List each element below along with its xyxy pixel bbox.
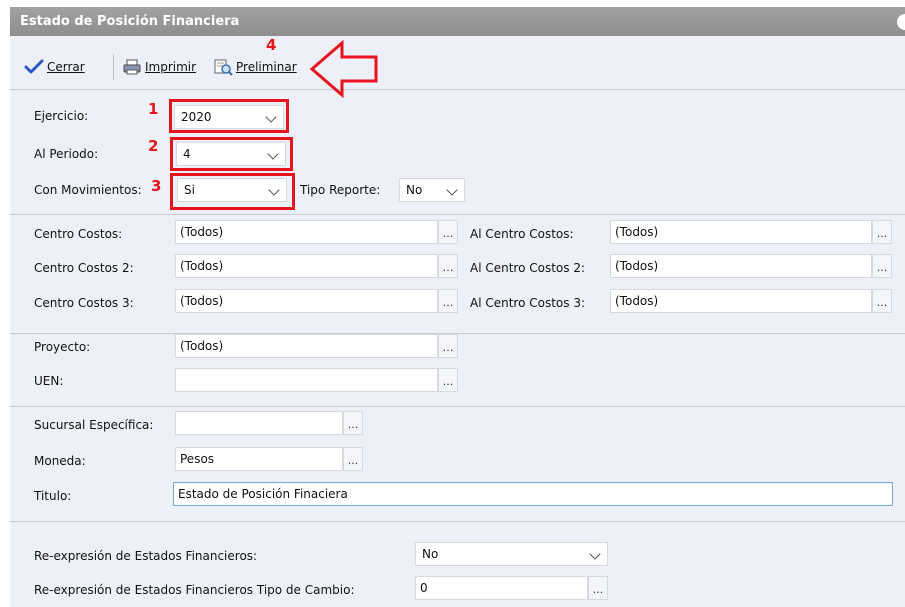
al-centro-costos-browse-button[interactable]: ... bbox=[872, 220, 892, 244]
annotation-arrow bbox=[309, 40, 378, 98]
al-centro-costos-3-label: Al Centro Costos 3: bbox=[470, 296, 586, 310]
reexpresion-select[interactable]: No bbox=[415, 542, 608, 566]
reexpresion-section: Re-expresión de Estados Financieros: No … bbox=[10, 522, 905, 607]
imprimir-label: Imprimir bbox=[145, 60, 197, 74]
al-centro-costos-3-field[interactable]: (Todos) bbox=[610, 289, 872, 313]
toolbar-separator bbox=[113, 54, 114, 80]
proyecto-field[interactable]: (Todos) bbox=[175, 334, 438, 358]
annotation-box-1 bbox=[169, 99, 289, 133]
reexpresion-tc-label: Re-expresión de Estados Financieros Tipo… bbox=[34, 583, 355, 597]
printer-icon bbox=[122, 58, 142, 76]
centro-costos-2-label: Centro Costos 2: bbox=[34, 261, 134, 275]
report-panel: Cerrar Imprimir Preliminar 4 Ejercicio: … bbox=[10, 36, 905, 607]
annotation-number-2: 2 bbox=[148, 137, 159, 155]
moneda-label: Moneda: bbox=[34, 454, 86, 468]
al-centro-costos-2-field[interactable]: (Todos) bbox=[610, 254, 872, 278]
cost-centers-section: Centro Costos: (Todos) ... Al Centro Cos… bbox=[10, 215, 905, 334]
reexpresion-tc-field[interactable]: 0 bbox=[415, 576, 588, 600]
cerrar-label: Cerrar bbox=[47, 60, 85, 74]
print-preview-icon bbox=[213, 58, 233, 76]
preliminar-label: Preliminar bbox=[236, 60, 297, 74]
annotation-number-3: 3 bbox=[151, 177, 162, 195]
window-control-circle[interactable] bbox=[897, 14, 905, 30]
report-options-section: Sucursal Específica: ... Moneda: Pesos .… bbox=[10, 407, 905, 522]
window-title: Estado de Posición Financiera bbox=[20, 14, 240, 29]
titulo-label: Titulo: bbox=[34, 489, 72, 503]
sucursal-field[interactable] bbox=[175, 411, 343, 435]
reexpresion-tc-browse-button[interactable]: ... bbox=[588, 576, 608, 600]
proyecto-label: Proyecto: bbox=[34, 340, 91, 354]
chevron-down-icon bbox=[446, 184, 458, 196]
al-centro-costos-3-browse-button[interactable]: ... bbox=[872, 289, 892, 313]
cerrar-button[interactable]: Cerrar bbox=[24, 56, 85, 78]
sucursal-label: Sucursal Específica: bbox=[34, 418, 154, 432]
proyecto-browse-button[interactable]: ... bbox=[438, 334, 458, 358]
reexpresion-value: No bbox=[422, 547, 439, 561]
al-centro-costos-2-browse-button[interactable]: ... bbox=[872, 254, 892, 278]
centro-costos-2-browse-button[interactable]: ... bbox=[438, 254, 458, 278]
checkmark-icon bbox=[24, 58, 44, 76]
annotation-box-2 bbox=[170, 137, 293, 171]
moneda-field[interactable]: Pesos bbox=[175, 447, 343, 471]
project-section: Proyecto: (Todos) ... UEN: ... bbox=[10, 334, 905, 407]
chevron-down-icon bbox=[589, 548, 601, 560]
ejercicio-label: Ejercicio: bbox=[34, 109, 89, 123]
sucursal-browse-button[interactable]: ... bbox=[343, 411, 363, 435]
centro-costos-label: Centro Costos: bbox=[34, 227, 123, 241]
annotation-box-3 bbox=[170, 173, 295, 210]
al-centro-costos-2-label: Al Centro Costos 2: bbox=[470, 261, 586, 275]
tipo-reporte-label: Tipo Reporte: bbox=[300, 183, 381, 197]
al-centro-costos-label: Al Centro Costos: bbox=[470, 227, 574, 241]
centro-costos-field[interactable]: (Todos) bbox=[175, 220, 438, 244]
uen-label: UEN: bbox=[34, 374, 64, 388]
preliminar-button[interactable]: Preliminar bbox=[213, 56, 297, 78]
imprimir-button[interactable]: Imprimir bbox=[122, 56, 196, 78]
centro-costos-3-browse-button[interactable]: ... bbox=[438, 289, 458, 313]
toolbar: Cerrar Imprimir Preliminar 4 bbox=[10, 36, 905, 98]
annotation-number-1: 1 bbox=[148, 100, 159, 118]
centro-costos-2-field[interactable]: (Todos) bbox=[175, 254, 438, 278]
movimientos-label: Con Movimientos: bbox=[34, 183, 142, 197]
window-title-bar: Estado de Posición Financiera bbox=[10, 7, 905, 36]
centro-costos-3-label: Centro Costos 3: bbox=[34, 296, 134, 310]
uen-field[interactable] bbox=[175, 368, 438, 392]
tipo-reporte-select[interactable]: No bbox=[399, 178, 465, 202]
titulo-field[interactable]: Estado de Posición Finaciera bbox=[173, 482, 893, 506]
annotation-number-4: 4 bbox=[266, 36, 277, 54]
tipo-reporte-value: No bbox=[406, 183, 423, 197]
moneda-browse-button[interactable]: ... bbox=[343, 447, 363, 471]
periodo-label: Al Periodo: bbox=[34, 147, 99, 161]
reexpresion-label: Re-expresión de Estados Financieros: bbox=[34, 549, 258, 563]
centro-costos-3-field[interactable]: (Todos) bbox=[175, 289, 438, 313]
period-section: Ejercicio: 1 2020 Al Periodo: 2 4 Con Mo… bbox=[10, 91, 905, 215]
centro-costos-browse-button[interactable]: ... bbox=[438, 220, 458, 244]
uen-browse-button[interactable]: ... bbox=[438, 368, 458, 392]
al-centro-costos-field[interactable]: (Todos) bbox=[610, 220, 872, 244]
